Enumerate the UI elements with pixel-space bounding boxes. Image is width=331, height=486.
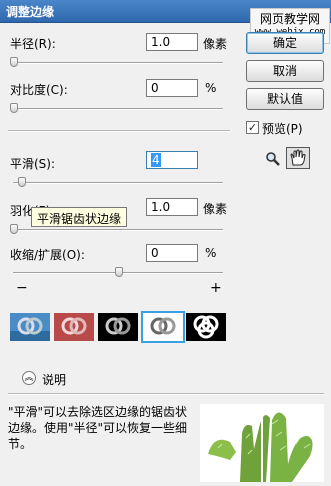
- on-white-mode-thumbnail[interactable]: [141, 311, 185, 343]
- radius-slider-track[interactable]: [13, 62, 223, 64]
- cactus-preview-image: [200, 404, 324, 482]
- contrast-slider-thumb[interactable]: [10, 103, 18, 113]
- slider-min-label: −: [16, 280, 28, 296]
- description-text: "平滑"可以去除选区边缘的锯齿状边缘。使用"半径"可以恢复一些细节。: [8, 405, 188, 451]
- smooth-slider-thumb[interactable]: [18, 177, 26, 187]
- contract-expand-input[interactable]: 0: [146, 244, 198, 262]
- smooth-input[interactable]: 4: [146, 151, 198, 169]
- radius-input[interactable]: 1.0: [146, 33, 198, 51]
- preview-checkbox[interactable]: ✓: [246, 121, 259, 134]
- standard-mode-thumbnail[interactable]: [10, 313, 50, 341]
- mask-mode-thumbnail[interactable]: [186, 313, 226, 341]
- contract-expand-slider-thumb[interactable]: [115, 267, 123, 277]
- contrast-input[interactable]: 0: [146, 79, 198, 97]
- contract-expand-unit: %: [205, 246, 217, 260]
- contrast-slider-track[interactable]: [13, 108, 223, 110]
- feather-slider-thumb[interactable]: [10, 224, 18, 234]
- radius-slider-thumb[interactable]: [10, 57, 18, 67]
- feather-slider-track[interactable]: [13, 229, 223, 231]
- contrast-label: 对比度(C):: [10, 83, 68, 97]
- contract-expand-label: 收缩/扩展(O):: [10, 248, 85, 262]
- collapse-chevron-icon[interactable]: ︽: [22, 371, 36, 385]
- default-button[interactable]: 默认值: [246, 88, 324, 110]
- separator: [8, 130, 230, 132]
- contrast-unit: %: [205, 81, 217, 95]
- window-title: 调整边缘: [6, 5, 55, 19]
- description-toggle-label[interactable]: 说明: [42, 371, 66, 388]
- zoom-tool-icon[interactable]: [265, 151, 281, 167]
- quick-mask-mode-thumbnail[interactable]: [54, 313, 94, 341]
- cancel-button[interactable]: 取消: [246, 60, 324, 82]
- feather-unit: 像素: [203, 202, 228, 216]
- watermark-line1: 网页教学网: [259, 12, 320, 26]
- feather-input[interactable]: 1.0: [146, 198, 198, 216]
- smooth-label: 平滑(S):: [10, 157, 56, 171]
- smooth-slider-track[interactable]: [13, 182, 223, 184]
- description-separator: [8, 393, 324, 395]
- tooltip: 平滑锯齿状边缘: [31, 207, 128, 227]
- radius-unit: 像素: [203, 37, 228, 51]
- smooth-input-value: 4: [151, 153, 161, 167]
- ok-button[interactable]: 确定: [246, 32, 324, 54]
- preview-label: 预览(P): [262, 122, 303, 136]
- hand-tool-icon[interactable]: [286, 147, 310, 169]
- radius-label: 半径(R):: [10, 37, 56, 51]
- slider-max-label: +: [210, 280, 222, 296]
- on-black-mode-thumbnail[interactable]: [98, 313, 138, 341]
